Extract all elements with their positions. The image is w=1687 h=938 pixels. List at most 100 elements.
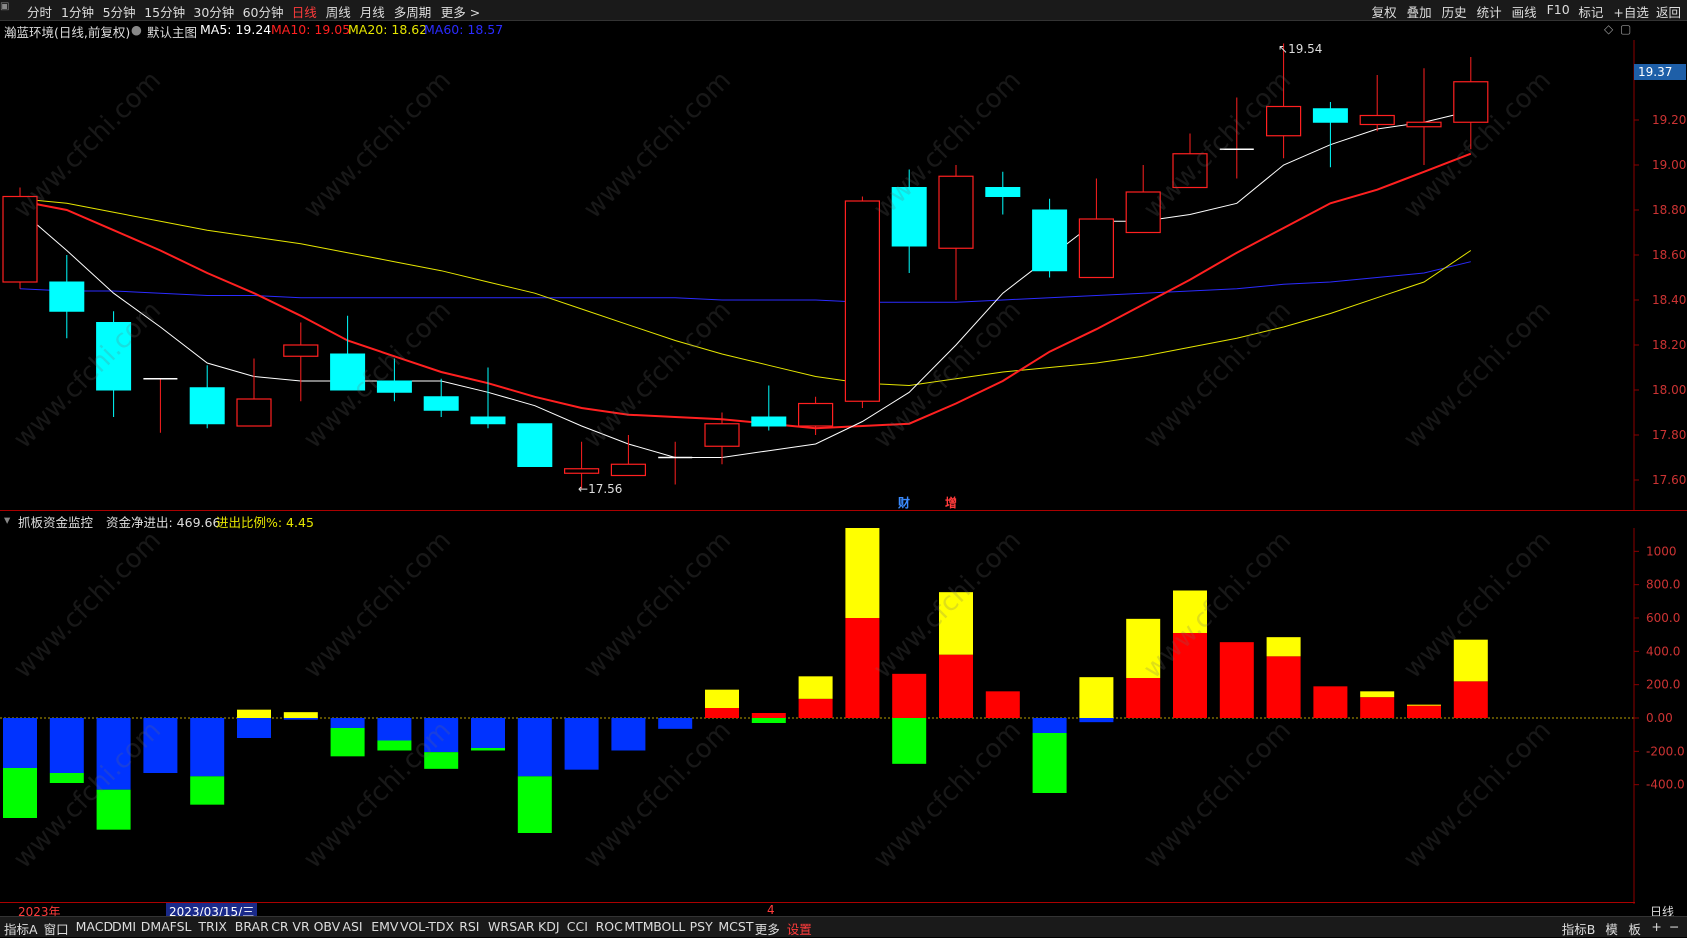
indicator-tab-roc[interactable]: ROC — [596, 919, 623, 934]
main-template-label[interactable]: 默认主图 — [147, 22, 197, 41]
candle[interactable] — [423, 378, 459, 417]
candle[interactable] — [517, 423, 553, 467]
flow-bar[interactable] — [1079, 677, 1114, 723]
top-action-item-8[interactable]: 返回 — [1656, 2, 1681, 21]
indicator-tab-wr[interactable]: WR — [488, 919, 509, 934]
flow-bar[interactable] — [1360, 691, 1395, 718]
diamond-icon[interactable]: ◇ — [1604, 22, 1613, 36]
period-tab-item-10[interactable]: 更多 > — [441, 2, 480, 21]
flow-bar[interactable] — [798, 676, 833, 718]
top-action-item-3[interactable]: 统计 — [1477, 2, 1502, 21]
flow-bar[interactable] — [96, 718, 131, 830]
period-tab-item-6[interactable]: 日线 — [292, 2, 317, 21]
indicator-tab-boll[interactable]: BOLL — [653, 919, 685, 934]
candle[interactable] — [283, 322, 319, 402]
period-tab-item-8[interactable]: 月线 — [360, 2, 385, 21]
top-action-item-2[interactable]: 历史 — [1442, 2, 1467, 21]
candle[interactable] — [844, 196, 881, 409]
candle[interactable] — [236, 358, 272, 427]
indicator-tab-mcst[interactable]: MCST — [718, 919, 753, 934]
indicator-tab-mtm[interactable]: MTM — [624, 919, 653, 934]
candle[interactable] — [1359, 75, 1395, 132]
indicator-tab-dmi[interactable]: DMI — [112, 919, 136, 934]
sub-toggle-icon[interactable]: ▾ — [4, 512, 10, 527]
candle[interactable] — [985, 171, 1021, 215]
top-action-item-1[interactable]: 叠加 — [1407, 2, 1432, 21]
flow-bar[interactable] — [283, 712, 318, 720]
candle[interactable] — [1312, 102, 1348, 168]
indicator-b-item-1[interactable]: 模 — [1605, 919, 1618, 938]
flow-bar[interactable] — [471, 718, 505, 751]
main-template-toggle-icon[interactable]: ● — [131, 22, 142, 37]
period-tab-30[interactable]: 30分钟 — [193, 2, 234, 21]
flow-bar[interactable] — [1453, 639, 1488, 718]
indicator-tab-vr[interactable]: VR — [292, 919, 309, 934]
candle[interactable] — [797, 396, 834, 435]
indicator-b-item-3[interactable]: + — [1651, 919, 1661, 934]
indicator-tab-kdj[interactable]: KDJ — [538, 919, 560, 934]
flow-bar[interactable] — [892, 673, 927, 764]
flow-bar[interactable] — [939, 592, 973, 718]
flow-bar[interactable] — [190, 718, 225, 805]
period-tab-60[interactable]: 60分钟 — [243, 2, 284, 21]
period-tab-5[interactable]: 5分钟 — [103, 2, 136, 21]
candle[interactable] — [938, 165, 974, 300]
candle[interactable] — [1032, 198, 1068, 278]
candle[interactable] — [143, 378, 178, 433]
top-action-f10[interactable]: F10 — [1547, 2, 1570, 17]
capital-flow-chart[interactable]: 12001000800.0600.0400.0200.00.00-200.0-4… — [0, 528, 1687, 904]
indicator-tab-obv[interactable]: OBV — [314, 919, 341, 934]
indicator-tab-asi[interactable]: ASI — [342, 919, 362, 934]
flow-bar[interactable] — [1126, 618, 1161, 718]
candle[interactable] — [49, 255, 85, 339]
period-tab-1[interactable]: 1分钟 — [61, 2, 94, 21]
candle[interactable] — [1453, 57, 1489, 150]
flow-bar[interactable] — [658, 718, 693, 729]
indicator-tab-emv[interactable]: EMV — [371, 919, 398, 934]
flow-bar[interactable] — [985, 691, 1020, 718]
candlestick-chart[interactable]: 19.20 19.00 18.80 18.60 18.40 18.20 18.00 17.80… — [0, 40, 1687, 510]
period-tab-item-0[interactable]: 分时 — [27, 2, 52, 21]
candle[interactable] — [1265, 43, 1302, 159]
flow-bar[interactable] — [564, 718, 599, 770]
indicator-b-item-4[interactable]: − — [1669, 919, 1679, 934]
flow-bar[interactable] — [377, 718, 412, 751]
flow-bar[interactable] — [845, 528, 880, 718]
flow-bar[interactable] — [1173, 590, 1207, 719]
candle[interactable] — [891, 169, 927, 274]
flow-bar[interactable] — [751, 713, 786, 723]
flow-bar[interactable] — [3, 718, 37, 818]
candle[interactable] — [2, 187, 38, 289]
candle[interactable] — [470, 367, 506, 429]
top-action-item-6[interactable]: 标记 — [1578, 2, 1603, 21]
flow-bar[interactable] — [49, 718, 84, 783]
indicator-tab-dma[interactable]: DMA — [141, 919, 170, 934]
flow-bar[interactable] — [1219, 642, 1254, 718]
candle[interactable] — [1406, 68, 1442, 165]
flow-bar[interactable] — [424, 718, 459, 769]
top-action-item-7[interactable]: +自选 — [1613, 2, 1648, 21]
candle[interactable] — [330, 315, 366, 391]
flow-bar[interactable] — [1313, 686, 1348, 718]
candle[interactable] — [1172, 133, 1208, 189]
indicator-tab-rsi[interactable]: RSI — [459, 919, 479, 934]
candle[interactable] — [376, 358, 412, 402]
indicator-tab-a[interactable]: 指标A — [4, 919, 38, 938]
indicator-tab-cci[interactable]: CCI — [567, 919, 588, 934]
indicator-tab-sar[interactable]: SAR — [509, 919, 534, 934]
candle[interactable] — [610, 435, 647, 477]
flow-bar[interactable] — [330, 718, 365, 757]
flow-bar[interactable] — [1032, 718, 1067, 793]
window-icon[interactable]: ▢ — [1620, 22, 1631, 36]
period-tab-15[interactable]: 15分钟 — [144, 2, 185, 21]
flow-bar[interactable] — [1266, 637, 1301, 718]
event-tag-finance[interactable]: 财 — [898, 494, 910, 511]
indicator-tab-item-25[interactable]: 设置 — [787, 919, 812, 938]
candle[interactable] — [1219, 97, 1254, 179]
period-tab-item-9[interactable]: 多周期 — [394, 2, 432, 21]
top-action-item-0[interactable]: 复权 — [1372, 2, 1397, 21]
flow-bar[interactable] — [517, 718, 552, 833]
candle[interactable] — [751, 385, 787, 431]
candle[interactable] — [96, 311, 132, 417]
event-tag-issue[interactable]: 增 — [945, 494, 957, 511]
